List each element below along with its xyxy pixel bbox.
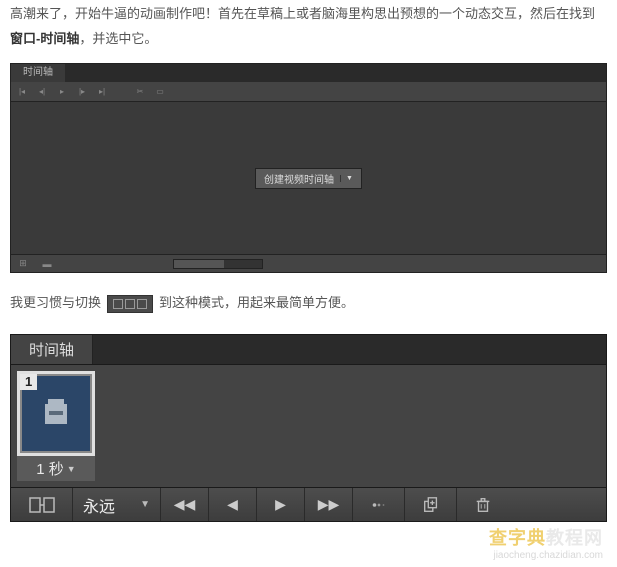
small-footer: ⊞ ▬ [11,254,606,272]
next-frame-icon[interactable]: |▸ [75,86,89,98]
intro-paragraph: 高潮来了，开始牛逼的动画制作吧！首先在草稿上或者脑海里构思出预想的一个动态交互，… [10,2,607,51]
watermark-brand: 查字典教程网 [489,524,603,550]
small-panel-body: 创建视频时间轴 ▼ [11,102,606,254]
mode-toggle-icon[interactable]: ⊞ [15,258,31,270]
loop-select[interactable]: 永远 ▼ [73,488,161,521]
dropdown-arrow-icon[interactable]: ▼ [340,175,353,182]
create-button-label: 创建视频时间轴 [264,171,334,186]
controls-bar: 永远 ▼ ◀◀ ◀ ▶ ▶▶ [11,487,606,521]
create-video-timeline-button[interactable]: 创建视频时间轴 ▼ [255,168,362,189]
play-button[interactable]: ▶ [257,488,305,521]
tween-button[interactable] [353,488,405,521]
mode-sq1 [113,299,123,309]
frame-mode-icon [107,295,153,313]
convert-mode-button[interactable] [11,488,73,521]
next-frame-button[interactable]: ▶▶ [305,488,353,521]
frames-row: 1 1 秒▼ [11,365,606,487]
intro-part1: 高潮来了，开始牛逼的动画制作吧！首先在草稿上或者脑海里构思出预想的一个动态交互，… [10,6,595,21]
frame-duration-button[interactable]: 1 秒▼ [17,456,95,481]
small-toolbar: |◂ ◂| ▸ |▸ ▸| ✂ ▭ [11,82,606,102]
zoom-out-icon[interactable]: ▬ [39,258,55,270]
duplicate-frame-button[interactable] [405,488,457,521]
frame-1[interactable]: 1 1 秒▼ [17,371,95,481]
loop-label: 永远 [83,493,115,517]
timeline-panel-large: 时间轴 1 1 秒▼ 永远 ▼ [10,334,607,522]
mid-paragraph: 我更习惯与切换 到这种模式，用起来最简单方便。 [10,291,607,316]
intro-part2: ，并选中它。 [79,31,157,46]
first-frame-icon[interactable]: |◂ [15,86,29,98]
prev-frame-icon[interactable]: ◂| [35,86,49,98]
cut-icon[interactable]: ✂ [133,86,147,98]
first-frame-button[interactable]: ◀◀ [161,488,209,521]
small-timeline-tab[interactable]: 时间轴 [11,64,65,82]
watermark: 查字典教程网 jiaocheng.chazidian.com [489,524,603,561]
small-tab-bar: 时间轴 [11,64,606,82]
last-frame-icon[interactable]: ▸| [95,86,109,98]
large-tab-bar: 时间轴 [11,335,606,365]
duration-dropdown-icon: ▼ [67,464,76,474]
large-timeline-tab[interactable]: 时间轴 [11,335,93,364]
prev-frame-button[interactable]: ◀ [209,488,257,521]
zoom-scrollbar[interactable] [173,259,263,269]
frame-content-icon [45,404,67,424]
loop-dropdown-icon: ▼ [140,499,150,510]
transition-icon[interactable]: ▭ [153,86,167,98]
zoom-thumb[interactable] [174,260,224,268]
play-icon[interactable]: ▸ [55,86,69,98]
mode-sq2 [125,299,135,309]
frame-thumbnail[interactable]: 1 [17,371,95,456]
timeline-panel-small: 时间轴 |◂ ◂| ▸ |▸ ▸| ✂ ▭ 创建视频时间轴 ▼ ⊞ ▬ [10,63,607,273]
mid-part2: 到这种模式，用起来最简单方便。 [159,291,354,316]
frame-number-badge: 1 [20,374,37,390]
intro-bold: 窗口-时间轴 [10,31,79,46]
frame-duration-label: 1 秒 [36,458,64,479]
watermark-brand-hl: 查字典 [489,528,546,548]
watermark-brand-rest: 教程网 [546,528,603,548]
delete-frame-button[interactable] [457,488,509,521]
watermark-url: jiaocheng.chazidian.com [489,550,603,561]
mode-sq3 [137,299,147,309]
mid-part1: 我更习惯与切换 [10,291,101,316]
